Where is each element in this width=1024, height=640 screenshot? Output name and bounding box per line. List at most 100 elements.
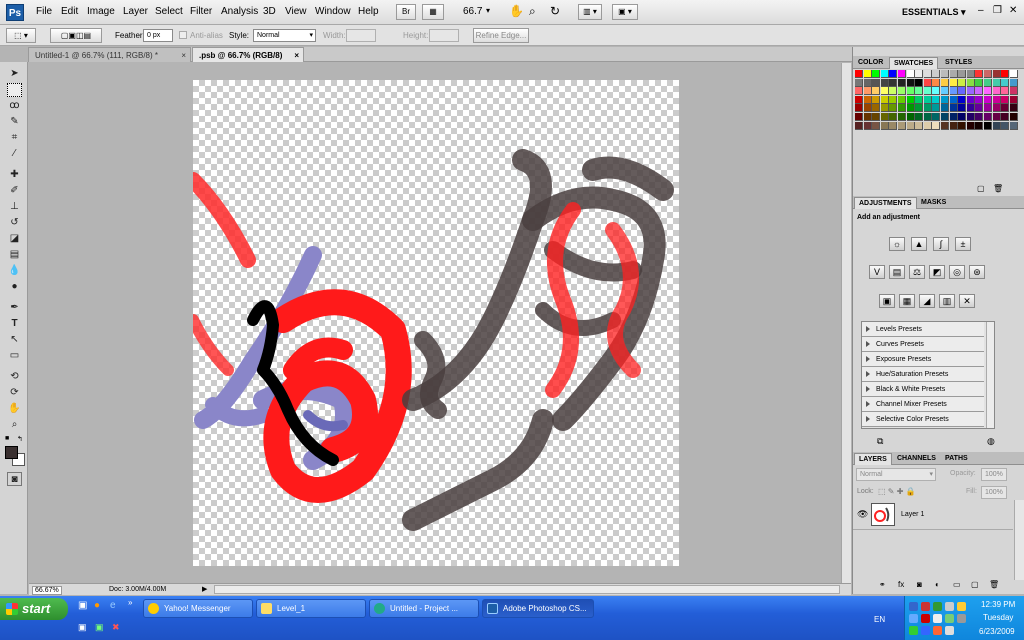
color-swatch[interactable] xyxy=(984,70,992,78)
color-swatch[interactable] xyxy=(975,87,984,96)
exposure-icon[interactable]: ± xyxy=(955,237,971,251)
color-balance-icon[interactable]: ⚖ xyxy=(909,265,925,279)
new-swatch-icon[interactable]: ▢ xyxy=(977,184,985,193)
dodge-tool-icon[interactable]: ● xyxy=(7,280,22,294)
new-adjustment-layer-icon[interactable]: ◐ xyxy=(935,580,940,589)
color-swatch[interactable] xyxy=(1009,70,1018,78)
color-swatch[interactable] xyxy=(855,95,863,104)
tray-icon-9[interactable] xyxy=(945,614,954,623)
color-swatch[interactable] xyxy=(889,70,898,78)
menu-filter[interactable]: Filter xyxy=(190,6,212,17)
color-swatch[interactable] xyxy=(941,70,949,78)
color-swatch[interactable] xyxy=(915,78,924,87)
color-swatch[interactable] xyxy=(906,113,915,121)
color-swatch[interactable] xyxy=(880,113,889,121)
color-swatch[interactable] xyxy=(872,87,881,96)
color-swatch[interactable] xyxy=(1001,95,1010,104)
tab-psb[interactable]: .psb @ 66.7% (RGB/8) × xyxy=(192,47,304,62)
color-swatch[interactable] xyxy=(932,95,941,104)
blend-mode-select[interactable]: Normal ▾ xyxy=(856,468,936,481)
brightness-contrast-icon[interactable]: ☼ xyxy=(889,237,905,251)
close-tab-icon[interactable]: × xyxy=(294,51,299,60)
selection-mode-buttons[interactable]: ▢▣◫▤ xyxy=(50,28,102,43)
color-swatch[interactable] xyxy=(975,95,984,104)
zoom-field[interactable]: 66.67% xyxy=(32,586,62,595)
color-swatch[interactable] xyxy=(863,78,872,87)
menu-layer[interactable]: Layer xyxy=(123,6,148,17)
preset-hue-saturation[interactable]: Hue/Saturation Presets xyxy=(862,367,984,382)
tray-icon-12[interactable] xyxy=(921,626,930,635)
color-swatch[interactable] xyxy=(958,104,967,113)
color-swatch[interactable] xyxy=(949,113,958,121)
preset-levels[interactable]: Levels Presets xyxy=(862,322,984,337)
color-swatch[interactable] xyxy=(923,78,932,87)
menu-select[interactable]: Select xyxy=(155,6,183,17)
color-swatch[interactable] xyxy=(966,104,975,113)
menu-3d[interactable]: 3D xyxy=(263,6,276,17)
menu-help[interactable]: Help xyxy=(358,6,379,17)
threshold-icon[interactable]: ◢ xyxy=(919,294,935,308)
clip-to-layer-icon[interactable]: ⧉ xyxy=(877,436,883,447)
color-swatch[interactable] xyxy=(949,95,958,104)
zoom-dropdown-icon[interactable]: ▾ xyxy=(486,6,490,15)
color-swatch[interactable] xyxy=(889,121,898,130)
preset-exposure[interactable]: Exposure Presets xyxy=(862,352,984,367)
color-swatch[interactable] xyxy=(855,78,863,87)
color-swatch[interactable] xyxy=(984,121,992,130)
color-swatch[interactable] xyxy=(889,104,898,113)
color-swatch[interactable] xyxy=(915,113,924,121)
color-swatch[interactable] xyxy=(958,70,967,78)
color-swatch[interactable] xyxy=(1009,78,1018,87)
brush-tool-icon[interactable]: ✐ xyxy=(7,184,22,198)
path-selection-tool-icon[interactable]: ↖ xyxy=(7,333,22,347)
quicklaunch-icon-1[interactable]: ▣ xyxy=(78,622,87,633)
history-brush-tool-icon[interactable]: ↺ xyxy=(7,216,22,230)
preset-black-white[interactable]: Black & White Presets xyxy=(862,382,984,397)
color-swatch[interactable] xyxy=(992,104,1001,113)
feather-input[interactable]: 0 px xyxy=(143,29,173,42)
color-swatch[interactable] xyxy=(855,104,863,113)
color-swatch[interactable] xyxy=(872,121,881,130)
color-swatch[interactable] xyxy=(958,113,967,121)
arrange-documents-button[interactable]: ▥ ▾ xyxy=(578,4,602,20)
move-tool-icon[interactable]: ➤ xyxy=(7,67,22,81)
rectangular-marquee-tool-icon[interactable] xyxy=(7,83,22,97)
workspace-switcher[interactable]: ESSENTIALS ▾ xyxy=(902,7,966,18)
color-swatch[interactable] xyxy=(992,70,1001,78)
preset-channel-mixer[interactable]: Channel Mixer Presets xyxy=(862,397,984,412)
color-swatch[interactable] xyxy=(855,113,863,121)
menu-image[interactable]: Image xyxy=(87,6,115,17)
color-swatch[interactable] xyxy=(855,70,863,78)
color-swatch[interactable] xyxy=(966,95,975,104)
quick-selection-tool-icon[interactable]: ✎ xyxy=(7,115,22,129)
zoom-tool-icon[interactable]: ⌕ xyxy=(7,418,22,432)
color-swatch[interactable] xyxy=(863,70,872,78)
color-swatch[interactable] xyxy=(880,78,889,87)
menu-file[interactable]: File xyxy=(36,6,52,17)
blur-tool-icon[interactable]: 💧 xyxy=(7,264,22,278)
document-canvas[interactable] xyxy=(193,80,679,566)
color-swatch[interactable] xyxy=(889,78,898,87)
color-swatch[interactable] xyxy=(975,121,984,130)
color-swatch[interactable] xyxy=(915,87,924,96)
tab-styles[interactable]: STYLES xyxy=(941,57,976,69)
invert-icon[interactable]: ▣ xyxy=(879,294,895,308)
color-swatch[interactable] xyxy=(889,113,898,121)
delete-swatch-icon[interactable]: 🗑 xyxy=(993,184,1003,193)
quicklaunch-icon-2[interactable]: ▣ xyxy=(95,622,104,633)
black-white-icon[interactable]: ◩ xyxy=(929,265,945,279)
color-swatch[interactable] xyxy=(975,70,984,78)
color-swatch[interactable] xyxy=(872,113,881,121)
minimize-icon[interactable]: – xyxy=(978,5,984,16)
color-swatch[interactable] xyxy=(1001,70,1010,78)
refine-edge-button[interactable]: Refine Edge... xyxy=(473,28,529,43)
color-swatch[interactable] xyxy=(1001,78,1010,87)
clock-time[interactable]: 12:39 PM xyxy=(981,600,1015,609)
color-swatch[interactable] xyxy=(992,78,1001,87)
color-swatch[interactable] xyxy=(932,87,941,96)
color-swatch[interactable] xyxy=(984,95,992,104)
color-swatch[interactable] xyxy=(1001,113,1010,121)
color-swatch[interactable] xyxy=(855,87,863,96)
color-swatch[interactable] xyxy=(932,70,941,78)
eye-icon[interactable]: 👁 xyxy=(857,509,868,520)
